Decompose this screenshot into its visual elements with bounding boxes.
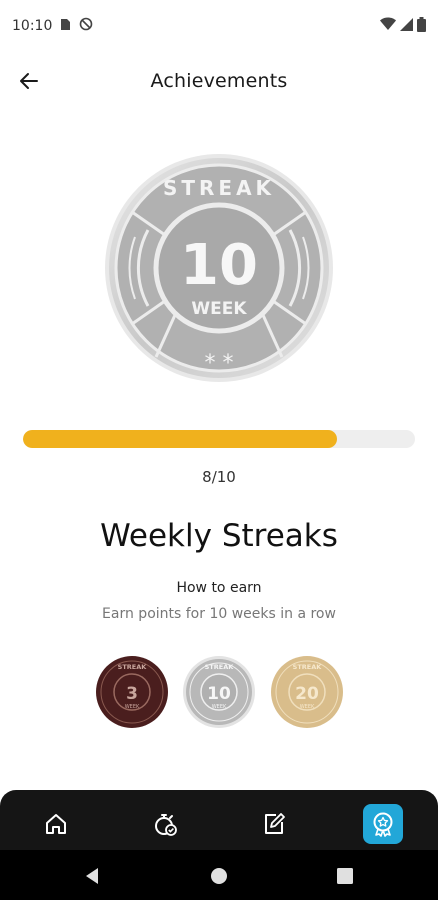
battery-icon (417, 16, 426, 36)
nav-home[interactable] (36, 804, 76, 844)
progress-bar (23, 430, 415, 448)
hero-stars: * * (205, 351, 234, 376)
level-badge-number: 20 (295, 684, 319, 704)
bottom-nav (0, 790, 438, 850)
nav-timer[interactable] (145, 804, 185, 844)
status-bar: 10:10 (0, 0, 438, 52)
system-recents-button[interactable] (333, 864, 357, 888)
level-badge-unit: WEEK (212, 704, 227, 710)
level-badge-gold[interactable]: STREAK 20 WEEK (270, 654, 344, 730)
no-disturb-icon (79, 17, 93, 35)
level-badges: STREAK 3 WEEK STREAK 10 WEEK STREAK 20 W… (0, 654, 438, 730)
circle-home-icon (211, 868, 227, 884)
sim-card-icon (60, 18, 71, 35)
system-home-button[interactable] (207, 864, 231, 888)
system-navigation-bar (0, 850, 438, 900)
edit-note-icon (265, 813, 285, 834)
progress-label: 8/10 (202, 468, 236, 486)
home-icon (46, 814, 66, 834)
hero-banner-text: STREAK (163, 176, 275, 200)
award-badge-icon (373, 812, 393, 837)
system-back-button[interactable] (80, 864, 104, 888)
level-badge-number: 3 (126, 684, 138, 704)
level-badge-number: 10 (207, 684, 231, 704)
nav-journal[interactable] (254, 804, 294, 844)
page-title: Achievements (150, 70, 288, 92)
triangle-back-icon (86, 868, 98, 884)
signal-icon (400, 17, 413, 35)
level-badge-banner: STREAK (293, 663, 323, 671)
achievement-title: Weekly Streaks (100, 518, 338, 554)
wifi-icon (380, 17, 396, 35)
stopwatch-check-icon (155, 814, 177, 836)
hero-unit: WEEK (191, 299, 247, 319)
square-recents-icon (337, 868, 353, 884)
back-button[interactable] (14, 66, 44, 96)
level-badge-silver[interactable]: STREAK 10 WEEK (182, 654, 256, 730)
level-badge-bronze[interactable]: STREAK 3 WEEK (95, 654, 169, 730)
level-badge-banner: STREAK (205, 663, 235, 671)
how-to-earn-heading: How to earn (176, 580, 262, 596)
level-badge-unit: WEEK (300, 704, 315, 710)
streak-badge-hero: STREAK 10 WEEK * * (105, 154, 333, 382)
level-badge-banner: STREAK (118, 663, 148, 671)
earn-description: Earn points for 10 weeks in a row (102, 606, 336, 622)
arrow-left-icon (20, 73, 38, 89)
progress-bar-fill (23, 430, 337, 448)
level-badge-unit: WEEK (125, 704, 140, 710)
status-time: 10:10 (12, 18, 53, 34)
hero-number: 10 (180, 233, 258, 298)
nav-achievements[interactable] (363, 804, 403, 844)
app-bar: Achievements (0, 58, 438, 104)
